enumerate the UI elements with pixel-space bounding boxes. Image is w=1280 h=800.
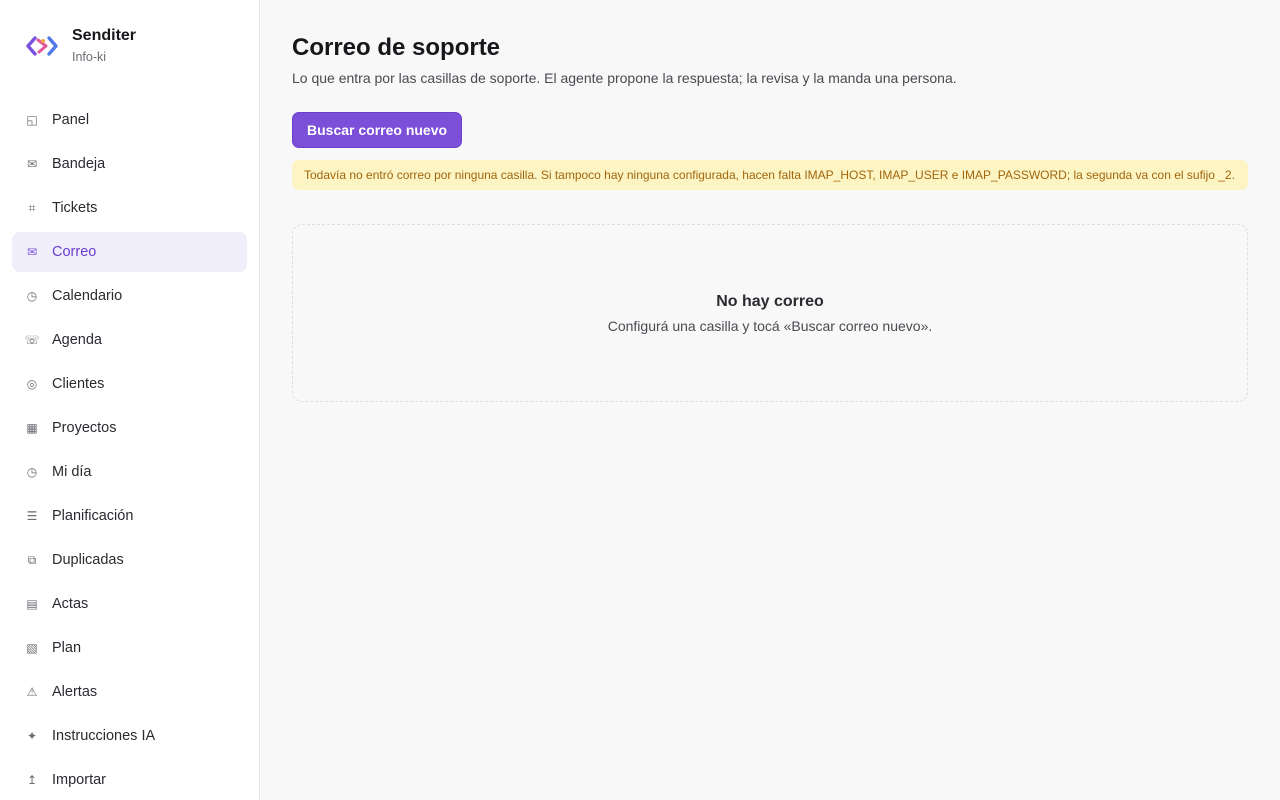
sidebar-item-label: Planificación <box>52 508 134 524</box>
sidebar-item-label: Agenda <box>52 332 102 348</box>
import-icon: ↥ <box>26 773 38 787</box>
sidebar-item-mi-dia[interactable]: ◷ Mi día <box>12 452 247 492</box>
sidebar-item-label: Mi día <box>52 464 92 480</box>
senditer-logo-icon <box>26 36 58 56</box>
phone-icon: ☏ <box>24 333 40 347</box>
sparkle-icon: ✦ <box>26 729 38 743</box>
sidebar-item-bandeja[interactable]: ✉ Bandeja <box>12 144 247 184</box>
imap-warning-alert: Todavía no entró correo por ninguna casi… <box>292 160 1248 190</box>
calendar-icon: ◷ <box>26 289 38 303</box>
sidebar-item-label: Actas <box>52 596 89 612</box>
sidebar-item-actas[interactable]: ▤ Actas <box>12 584 247 624</box>
alert-icon: ⚠ <box>26 685 38 699</box>
sidebar-item-agenda[interactable]: ☏ Agenda <box>12 320 247 360</box>
document-icon: ▤ <box>26 597 38 611</box>
brand-name: Senditer <box>72 27 137 44</box>
sidebar-item-plan[interactable]: ▧ Plan <box>12 628 247 668</box>
sidebar-item-planificacion[interactable]: ☰ Planificación <box>12 496 247 536</box>
mail-icon: ✉ <box>26 245 38 259</box>
main-content: Correo de soporte Lo que entra por las c… <box>292 32 1248 402</box>
projects-icon: ▦ <box>26 421 38 435</box>
brand[interactable]: Senditer Info-ki <box>24 26 136 67</box>
tickets-icon: ⌗ <box>28 200 36 215</box>
panel-icon: ◱ <box>26 113 38 127</box>
sidebar-item-clientes[interactable]: ◎ Clientes <box>12 364 247 404</box>
brand-subtitle: Info-ki <box>72 50 107 64</box>
sidebar-item-label: Clientes <box>52 376 105 392</box>
empty-state: No hay correo Configurá una casilla y to… <box>292 224 1248 402</box>
sidebar-item-alertas[interactable]: ⚠ Alertas <box>12 672 247 712</box>
sidebar-item-importar[interactable]: ↥ Importar <box>12 760 247 800</box>
sidebar-item-label: Duplicadas <box>52 552 124 568</box>
sidebar-item-tickets[interactable]: ⌗ Tickets <box>12 188 247 228</box>
empty-state-subtitle: Configurá una casilla y tocá «Buscar cor… <box>607 318 933 334</box>
sidebar-item-label: Plan <box>52 640 82 656</box>
clock-icon: ◷ <box>26 465 38 479</box>
sidebar-item-label: Alertas <box>52 684 98 700</box>
sidebar-item-label: Bandeja <box>52 156 106 172</box>
sidebar-item-label: Panel <box>52 112 90 128</box>
sidebar-item-label: Tickets <box>52 200 98 216</box>
sidebar-item-label: Calendario <box>52 288 123 304</box>
sidebar-item-label: Proyectos <box>52 420 117 436</box>
sidebar-item-panel[interactable]: ◱ Panel <box>12 100 247 140</box>
sidebar-item-proyectos[interactable]: ▦ Proyectos <box>12 408 247 448</box>
sidebar-item-label: Instrucciones IA <box>52 728 156 744</box>
sidebar-item-instrucciones-ia[interactable]: ✦ Instrucciones IA <box>12 716 247 756</box>
duplicate-icon: ⧉ <box>27 552 37 567</box>
plan-icon: ▧ <box>26 641 38 655</box>
sidebar-item-calendario[interactable]: ◷ Calendario <box>12 276 247 316</box>
sidebar-item-duplicadas[interactable]: ⧉ Duplicadas <box>12 540 247 580</box>
empty-state-title: No hay correo <box>716 293 824 310</box>
inbox-icon: ✉ <box>26 157 38 171</box>
page-title: Correo de soporte <box>292 34 501 61</box>
page-subtitle: Lo que entra por las casillas de soporte… <box>292 70 957 86</box>
clients-icon: ◎ <box>26 377 38 391</box>
sidebar-item-label: Importar <box>52 772 106 788</box>
sidebar: Senditer Info-ki ◱ Panel ✉ Bandeja ⌗ Tickets ✉… <box>0 0 260 800</box>
sidebar-item-label: Correo <box>52 244 97 260</box>
sidebar-nav: ◱ Panel ✉ Bandeja ⌗ Tickets ✉ Correo ◷ Calendario… <box>12 100 247 800</box>
sidebar-item-correo[interactable]: ✉ Correo <box>12 232 247 272</box>
fetch-mail-button[interactable]: Buscar correo nuevo <box>292 112 463 148</box>
list-icon: ☰ <box>26 509 38 523</box>
